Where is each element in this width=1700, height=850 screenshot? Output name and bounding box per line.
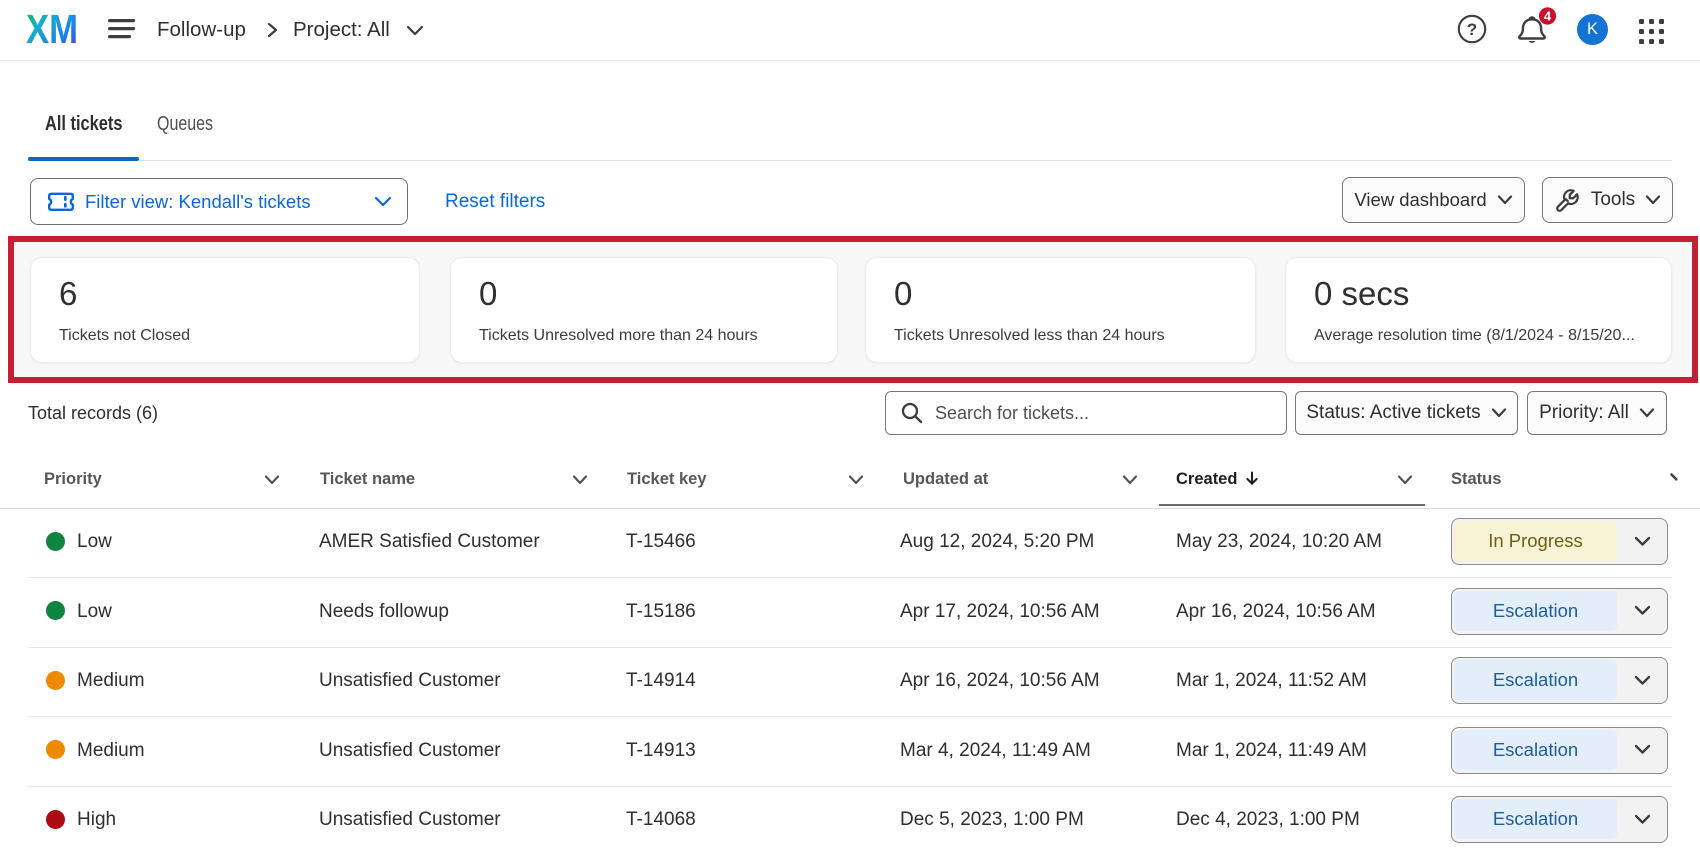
svg-text:4: 4 xyxy=(1544,9,1552,24)
svg-text:?: ? xyxy=(1467,20,1477,39)
svg-text:XM: XM xyxy=(26,10,78,46)
